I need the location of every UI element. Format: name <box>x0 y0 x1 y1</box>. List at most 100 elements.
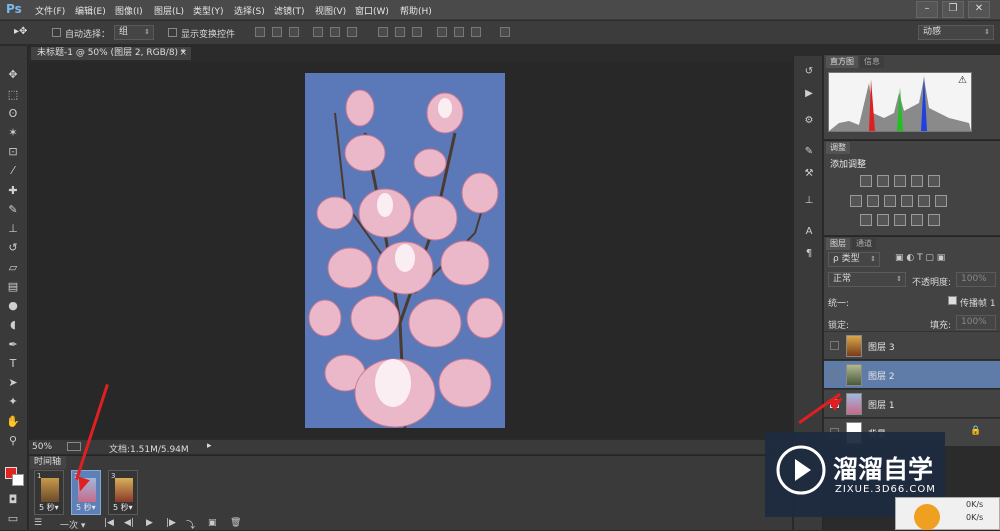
timeline-tab[interactable]: 时间轴 <box>30 456 66 469</box>
path-select-tool-icon[interactable]: ➤ <box>6 376 20 390</box>
clone-source-icon[interactable]: ⊥ <box>803 195 815 207</box>
layer-filter-icons[interactable]: ▣ ◐ T ▢ ▣ <box>895 253 945 263</box>
exposure-icon[interactable] <box>911 175 923 187</box>
next-frame-icon[interactable]: |▶ <box>166 518 176 528</box>
selective-color-icon[interactable] <box>928 214 940 226</box>
first-frame-icon[interactable]: |◀ <box>104 518 114 528</box>
black-white-icon[interactable] <box>884 195 896 207</box>
menu-select[interactable]: 选择(S) <box>234 4 265 17</box>
distribute-bottom-icon[interactable] <box>412 27 422 37</box>
restore-button[interactable]: ❐ <box>942 1 964 18</box>
align-top-icon[interactable] <box>255 27 265 37</box>
status-menu-arrow-icon[interactable]: ▸ <box>207 441 212 451</box>
fill-input[interactable]: 100% <box>956 315 996 330</box>
auto-select-checkbox[interactable] <box>52 28 61 37</box>
clone-stamp-tool-icon[interactable]: ⊥ <box>6 222 20 236</box>
layer-row-3[interactable]: 图层 3 <box>824 331 1000 359</box>
history-panel-icon[interactable]: ↺ <box>803 66 815 78</box>
brightness-icon[interactable] <box>860 175 872 187</box>
marquee-tool-icon[interactable]: ⬚ <box>6 88 20 102</box>
visibility-toggle[interactable] <box>830 341 839 350</box>
close-tab-icon[interactable]: × <box>179 47 187 60</box>
delete-frame-icon[interactable]: 🗑 <box>230 518 241 528</box>
layer-row-2[interactable]: 图层 2 <box>824 360 1000 388</box>
crop-tool-icon[interactable]: ⊡ <box>6 145 20 159</box>
screen-mode-icon[interactable]: ▭ <box>6 512 20 526</box>
auto-align-icon[interactable] <box>500 27 510 37</box>
character-panel-icon[interactable]: A <box>803 226 815 238</box>
menu-edit[interactable]: 编辑(E) <box>75 4 106 17</box>
minimize-button[interactable]: – <box>916 1 938 18</box>
align-bottom-icon[interactable] <box>289 27 299 37</box>
status-info-icon[interactable] <box>67 442 81 451</box>
shape-tool-icon[interactable]: ✦ <box>6 395 20 409</box>
blur-tool-icon[interactable]: ● <box>6 299 20 313</box>
actions-panel-icon[interactable]: ▶ <box>803 88 815 100</box>
warning-icon[interactable]: ⚠ <box>958 75 967 86</box>
align-right-icon[interactable] <box>347 27 357 37</box>
gradient-map-icon[interactable] <box>911 214 923 226</box>
tab-info[interactable]: 信息 <box>860 56 884 68</box>
distribute-right-icon[interactable] <box>471 27 481 37</box>
background-color-swatch[interactable] <box>12 474 24 486</box>
layer-row-1[interactable]: ◉ 图层 1 <box>824 389 1000 417</box>
animation-frame-1[interactable]: 1 5 秒▾ <box>34 470 64 515</box>
paragraph-panel-icon[interactable]: ¶ <box>803 248 815 260</box>
timeline-menu-icon[interactable]: ☰ <box>34 518 42 528</box>
tween-icon[interactable]: ⤵ <box>186 518 195 531</box>
propagate-frame-checkbox[interactable] <box>948 296 957 305</box>
animation-frame-3[interactable]: 3 5 秒▾ <box>108 470 138 515</box>
menu-view[interactable]: 视图(V) <box>315 4 346 17</box>
layer-kind-filter[interactable]: ρ 类型 ⇕ <box>828 252 880 267</box>
lasso-tool-icon[interactable]: ʘ <box>6 107 20 121</box>
healing-brush-tool-icon[interactable]: ✚ <box>6 184 20 198</box>
align-left-icon[interactable] <box>313 27 323 37</box>
threshold-icon[interactable] <box>894 214 906 226</box>
invert-icon[interactable] <box>860 214 872 226</box>
tab-channels[interactable]: 通道 <box>852 238 876 250</box>
eraser-tool-icon[interactable]: ▱ <box>6 261 20 275</box>
layer-name[interactable]: 图层 2 <box>868 369 895 382</box>
pen-tool-icon[interactable]: ✒ <box>6 338 20 352</box>
levels-icon[interactable] <box>877 175 889 187</box>
vibrance-icon[interactable] <box>928 175 940 187</box>
zoom-level[interactable]: 50% <box>32 442 52 452</box>
zoom-tool-icon[interactable]: ⚲ <box>6 434 20 448</box>
properties-panel-icon[interactable]: ⚙ <box>803 115 815 127</box>
align-vcenter-icon[interactable] <box>272 27 282 37</box>
brush-panel-icon[interactable]: ✎ <box>803 146 815 158</box>
menu-image[interactable]: 图像(I) <box>115 4 143 17</box>
posterize-icon[interactable] <box>877 214 889 226</box>
curves-icon[interactable] <box>894 175 906 187</box>
type-tool-icon[interactable]: T <box>6 357 20 371</box>
dodge-tool-icon[interactable]: ◖ <box>6 318 20 332</box>
brush-presets-icon[interactable]: ⚒ <box>803 168 815 180</box>
history-brush-tool-icon[interactable]: ↺ <box>6 241 20 255</box>
color-lookup-icon[interactable] <box>935 195 947 207</box>
show-transform-checkbox[interactable] <box>168 28 177 37</box>
blend-mode-dropdown[interactable]: 正常 ⇕ <box>828 272 906 287</box>
visibility-toggle[interactable] <box>830 370 839 379</box>
layer-name[interactable]: 图层 1 <box>868 398 895 411</box>
previous-frame-icon[interactable]: ◀| <box>124 518 134 528</box>
distribute-top-icon[interactable] <box>378 27 388 37</box>
move-tool-preset-icon[interactable]: ▸✥ <box>14 26 27 37</box>
move-tool-icon[interactable]: ✥ <box>6 68 20 82</box>
document-tab[interactable]: 未标题-1 @ 50% (图层 2, RGB/8) * × <box>30 46 192 61</box>
distribute-hcenter-icon[interactable] <box>454 27 464 37</box>
menu-file[interactable]: 文件(F) <box>35 4 65 17</box>
frame-duration[interactable]: 5 秒▾ <box>76 502 96 513</box>
play-icon[interactable]: ▶ <box>146 518 153 528</box>
menu-help[interactable]: 帮助(H) <box>400 4 432 17</box>
opacity-input[interactable]: 100% <box>956 272 996 287</box>
menu-type[interactable]: 类型(Y) <box>193 4 224 17</box>
workspace-dropdown[interactable]: 动感 ⇕ <box>918 25 994 40</box>
loop-options-dropdown[interactable]: 一次 ▾ <box>60 518 85 531</box>
menu-layer[interactable]: 图层(L) <box>154 4 184 17</box>
quick-mask-icon[interactable]: ◘ <box>6 493 20 507</box>
menu-window[interactable]: 窗口(W) <box>355 4 389 17</box>
layer-name[interactable]: 图层 3 <box>868 340 895 353</box>
gradient-tool-icon[interactable]: ▤ <box>6 280 20 294</box>
distribute-vcenter-icon[interactable] <box>395 27 405 37</box>
hand-tool-icon[interactable]: ✋ <box>6 415 20 429</box>
